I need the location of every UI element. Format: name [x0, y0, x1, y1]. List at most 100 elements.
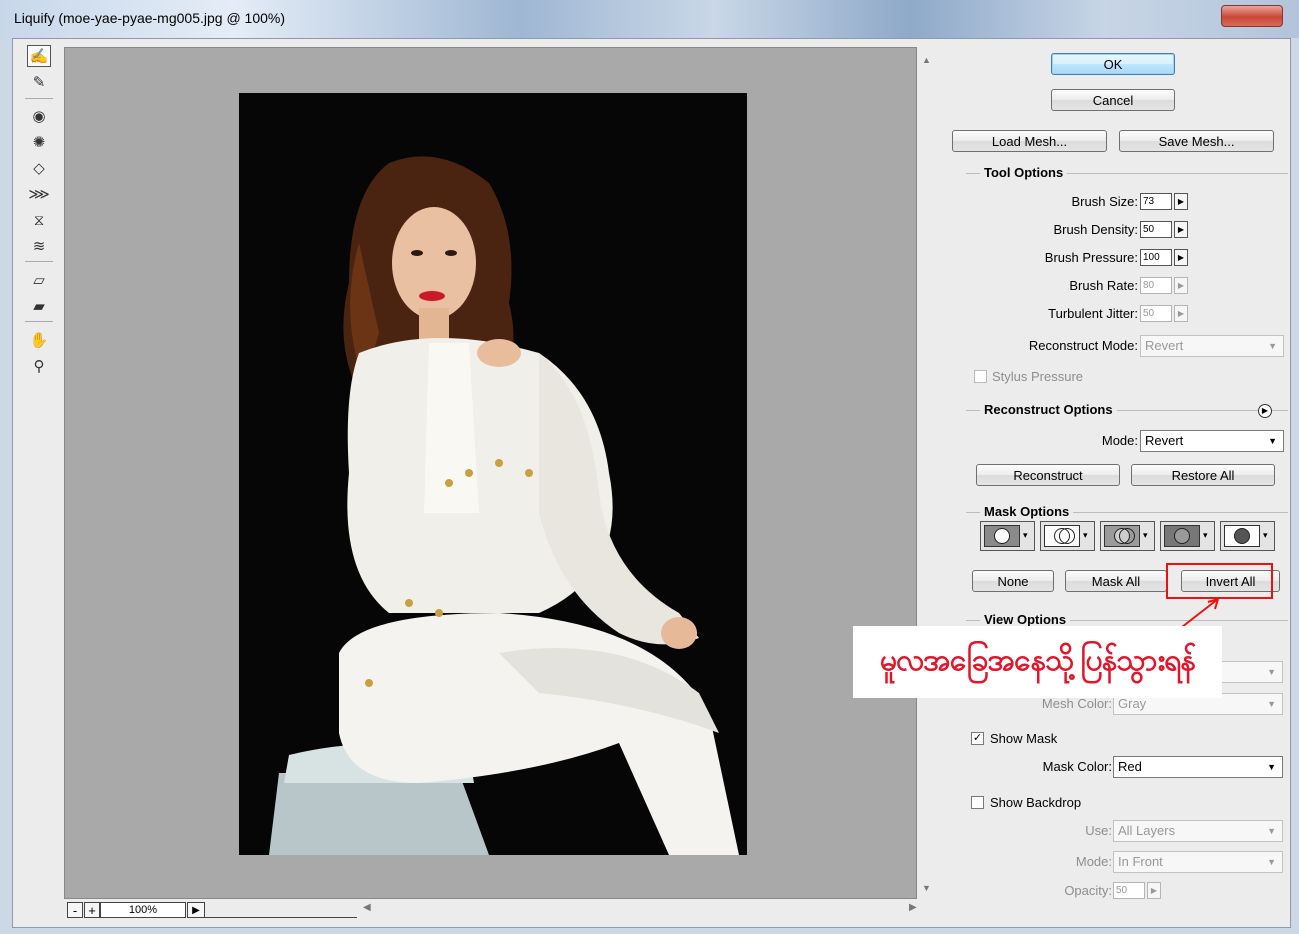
show-mask-checkbox[interactable]: ✓: [971, 732, 984, 745]
chevron-down-icon: ▼: [1267, 857, 1276, 867]
reconstruct-tool-icon[interactable]: ✎: [27, 71, 51, 93]
chevron-down-icon: ▼: [1267, 667, 1276, 677]
bloat-tool-icon[interactable]: ◇: [27, 157, 51, 179]
mesh-color-value: Gray: [1118, 696, 1147, 711]
ok-button[interactable]: OK: [1051, 53, 1175, 75]
brush-pressure-input[interactable]: 100: [1140, 249, 1172, 266]
mirror-tool-icon[interactable]: ⧖: [27, 209, 51, 231]
window-title: Liquify (moe-yae-pyae-mg005.jpg @ 100%): [14, 10, 286, 26]
mask-swatch: [1104, 525, 1140, 547]
mask-circle-icon: [1119, 528, 1135, 544]
show-backdrop-checkbox[interactable]: [971, 796, 984, 809]
brush-density-label: Brush Density:: [1053, 222, 1138, 237]
tool-options-title: Tool Options: [980, 165, 1068, 180]
mask-none-button[interactable]: None: [972, 570, 1054, 592]
brush-size-slider-arrow-icon[interactable]: ▶: [1174, 193, 1188, 210]
backdrop-use-select[interactable]: All Layers ▼: [1113, 820, 1283, 842]
push-left-tool-icon[interactable]: ⋙: [27, 183, 51, 205]
preview-canvas[interactable]: [64, 47, 917, 899]
reconstruct-options-group: Reconstruct Options ▶ Mode: Revert ▼ Rec…: [966, 402, 1288, 497]
brush-pressure-slider-arrow-icon[interactable]: ▶: [1174, 249, 1188, 266]
preview-photo[interactable]: [239, 93, 747, 855]
scroll-left-icon[interactable]: ◀: [363, 902, 371, 913]
forward-warp-tool-icon[interactable]: ✍: [27, 45, 51, 67]
close-button[interactable]: [1221, 5, 1283, 27]
backdrop-mode-label: Mode:: [1075, 854, 1112, 869]
freeze-mask-tool-icon[interactable]: ▱: [27, 269, 51, 291]
zoom-bar-divider: [205, 902, 357, 918]
invert-all-highlight-box: [1166, 563, 1273, 599]
mesh-color-label: Mesh Color:: [1041, 696, 1112, 711]
brush-density-slider-arrow-icon[interactable]: ▶: [1174, 221, 1188, 238]
dialog-client: ✍ ✎ ◉ ✺ ◇ ⋙ ⧖ ≋ ▱ ▰ ✋ ⚲ ▲ ▼ - + 100% ▶ ◀…: [12, 38, 1291, 928]
cancel-button[interactable]: Cancel: [1051, 89, 1175, 111]
brush-size-input[interactable]: 73: [1140, 193, 1172, 210]
brush-rate-slider-arrow-icon[interactable]: ▶: [1174, 277, 1188, 294]
chevron-down-icon: ▼: [1267, 699, 1276, 709]
scroll-right-icon[interactable]: ▶: [909, 902, 917, 913]
title-bar[interactable]: Liquify (moe-yae-pyae-mg005.jpg @ 100%): [0, 0, 1299, 38]
mask-options-title: Mask Options: [980, 504, 1074, 519]
zoom-menu-arrow-icon[interactable]: ▶: [187, 902, 205, 918]
mask-circle-icon: [994, 528, 1010, 544]
reconstruct-mode-value: Revert: [1145, 338, 1184, 353]
turbulent-jitter-input[interactable]: 50: [1140, 305, 1172, 322]
chevron-down-icon: ▼: [1267, 826, 1276, 836]
backdrop-mode-value: In Front: [1118, 854, 1163, 869]
annotation-text: မူလအခြေအနေသို့ပြန်သွားရန်: [880, 643, 1196, 677]
mask-all-button[interactable]: Mask All: [1065, 570, 1167, 592]
stylus-pressure-label: Stylus Pressure: [992, 369, 1084, 384]
intersect-with-selection-mask-button[interactable]: ▾: [1160, 521, 1215, 551]
portrait-photo: [239, 93, 747, 855]
backdrop-mode-select[interactable]: In Front ▼: [1113, 851, 1283, 873]
backdrop-opacity-input[interactable]: 50: [1113, 882, 1145, 899]
backdrop-opacity-slider-arrow-icon[interactable]: ▶: [1147, 882, 1161, 899]
chevron-down-icon: ▼: [1267, 762, 1276, 772]
mask-color-select[interactable]: Red ▼: [1113, 756, 1283, 778]
reconstruct-mode-label: Reconstruct Mode:: [1028, 338, 1138, 353]
hand-tool-icon[interactable]: ✋: [27, 329, 51, 351]
brush-rate-input[interactable]: 80: [1140, 277, 1172, 294]
zoom-tool-icon[interactable]: ⚲: [27, 355, 51, 377]
mask-swatch: [984, 525, 1020, 547]
canvas-vertical-scrollbar[interactable]: ▲ ▼: [918, 47, 936, 899]
show-mask-label: Show Mask: [990, 731, 1058, 746]
show-backdrop-label: Show Backdrop: [990, 795, 1082, 810]
reconstruct-mode-select[interactable]: Revert ▼: [1140, 335, 1284, 357]
chevron-down-icon: ▾: [1083, 530, 1088, 540]
chevron-down-icon: ▾: [1023, 530, 1028, 540]
backdrop-use-label: Use:: [1085, 823, 1112, 838]
turbulent-jitter-slider-arrow-icon[interactable]: ▶: [1174, 305, 1188, 322]
reconstruct-options-mode-select[interactable]: Revert ▼: [1140, 430, 1284, 452]
stylus-pressure-checkbox[interactable]: [974, 370, 987, 383]
restore-all-button[interactable]: Restore All: [1131, 464, 1275, 486]
turbulent-jitter-label: Turbulent Jitter:: [1048, 306, 1138, 321]
toolbar-divider: [25, 98, 53, 99]
brush-size-label: Brush Size:: [1071, 194, 1138, 209]
add-to-selection-mask-button[interactable]: ▾: [1040, 521, 1095, 551]
zoom-in-button[interactable]: +: [84, 902, 100, 918]
twirl-tool-icon[interactable]: ◉: [27, 105, 51, 127]
turbulence-tool-icon[interactable]: ≋: [27, 235, 51, 257]
backdrop-opacity-label: Opacity:: [1064, 883, 1112, 898]
load-mesh-button[interactable]: Load Mesh...: [952, 130, 1107, 152]
save-mesh-button[interactable]: Save Mesh...: [1119, 130, 1274, 152]
zoom-bar: - + 100% ▶ ◀ ▶: [64, 899, 936, 921]
zoom-level-field[interactable]: 100%: [100, 902, 186, 918]
subtract-from-selection-mask-button[interactable]: ▾: [1100, 521, 1155, 551]
chevron-down-icon: ▾: [1263, 530, 1268, 540]
replace-selection-mask-button[interactable]: ▾: [980, 521, 1035, 551]
toolbar-divider: [25, 321, 53, 322]
pucker-tool-icon[interactable]: ✺: [27, 131, 51, 153]
zoom-out-button[interactable]: -: [67, 902, 83, 918]
view-options-title: View Options: [980, 612, 1071, 627]
scroll-up-icon[interactable]: ▲: [922, 55, 931, 65]
invert-selection-mask-button[interactable]: ▾: [1220, 521, 1275, 551]
toolbar-divider: [25, 261, 53, 262]
reconstruct-options-menu-icon[interactable]: ▶: [1258, 404, 1272, 418]
brush-density-input[interactable]: 50: [1140, 221, 1172, 238]
thaw-mask-tool-icon[interactable]: ▰: [27, 295, 51, 317]
reconstruct-button[interactable]: Reconstruct: [976, 464, 1120, 486]
scroll-down-icon[interactable]: ▼: [922, 883, 931, 893]
reconstruct-options-mode-value: Revert: [1145, 433, 1184, 448]
